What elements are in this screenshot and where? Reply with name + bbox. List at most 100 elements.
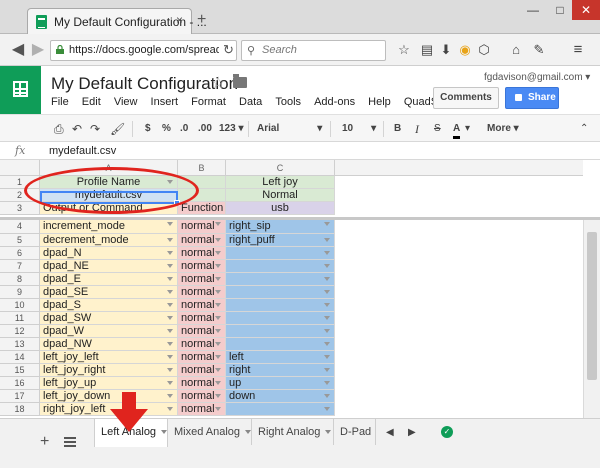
row-header[interactable]: 15 — [0, 364, 40, 377]
grid-cell[interactable]: normal — [178, 364, 226, 377]
folder-icon[interactable] — [233, 74, 247, 88]
grid-cell[interactable]: dpad_NE — [40, 260, 178, 273]
bookmarks-icon[interactable]: ▤ — [418, 42, 436, 58]
grid-cell[interactable]: dpad_E — [40, 273, 178, 286]
text-color-button[interactable]: A — [453, 122, 461, 139]
more-formats-button[interactable]: 123 ▾ — [219, 122, 244, 136]
font-select[interactable]: Arial ▾ — [257, 122, 322, 136]
currency-format-button[interactable]: $ — [145, 122, 151, 136]
dropdown-arrow-icon[interactable] — [167, 264, 173, 268]
redo-icon[interactable]: ↷ — [90, 122, 100, 136]
tab-close-icon[interactable]: × — [176, 13, 183, 27]
percent-format-button[interactable]: % — [162, 122, 171, 136]
grid-cell[interactable]: left_joy_up — [40, 377, 178, 390]
print-icon[interactable]: ⎙ — [54, 122, 64, 136]
grid-cell[interactable]: normal — [178, 390, 226, 403]
row-header[interactable]: 9 — [0, 286, 40, 299]
grid-cell[interactable] — [226, 260, 335, 273]
dropdown-arrow-icon[interactable] — [215, 303, 221, 307]
dropdown-arrow-icon[interactable] — [324, 394, 330, 398]
dropdown-arrow-icon[interactable] — [167, 381, 173, 385]
row-header[interactable]: 18 — [0, 403, 40, 416]
dropdown-arrow-icon[interactable] — [167, 342, 173, 346]
grid-cell[interactable]: up — [226, 377, 335, 390]
strikethrough-button[interactable]: S — [434, 122, 441, 136]
dropdown-arrow-icon[interactable] — [215, 394, 221, 398]
grid-cell[interactable]: Normal — [226, 189, 335, 202]
grid-cell[interactable]: left — [226, 351, 335, 364]
dropdown-arrow-icon[interactable] — [215, 381, 221, 385]
scroll-tabs-left-icon[interactable]: ◀ — [386, 427, 394, 438]
add-sheet-button[interactable]: + — [40, 433, 49, 451]
collapse-toolbar-icon[interactable]: ⌃ — [580, 122, 588, 136]
grid-cell[interactable]: normal — [178, 260, 226, 273]
grid-cell[interactable] — [226, 312, 335, 325]
undo-icon[interactable]: ↶ — [72, 122, 82, 136]
new-tab-button[interactable]: + — [197, 12, 206, 28]
menu-insert[interactable]: Insert — [151, 96, 179, 108]
chevron-down-icon[interactable] — [245, 430, 252, 435]
dropdown-arrow-icon[interactable] — [215, 342, 221, 346]
chevron-down-icon[interactable] — [325, 430, 332, 435]
grid-cell[interactable] — [226, 286, 335, 299]
row-header[interactable]: 4 — [0, 218, 40, 234]
download-icon[interactable]: ⬇ — [437, 42, 455, 58]
grid-cell[interactable]: normal — [178, 247, 226, 260]
grid-cell[interactable] — [226, 403, 335, 416]
forward-icon[interactable]: ▶ — [28, 41, 48, 59]
dropdown-arrow-icon[interactable] — [324, 290, 330, 294]
dropdown-arrow-icon[interactable] — [324, 251, 330, 255]
menu-icon[interactable]: ≡ — [569, 42, 587, 58]
dropdown-arrow-icon[interactable] — [324, 222, 330, 226]
grid-cell[interactable] — [226, 247, 335, 260]
dropdown-arrow-icon[interactable] — [167, 251, 173, 255]
sheet-tab-dpad[interactable]: D-Pad — [334, 419, 376, 445]
grid-cell[interactable]: right — [226, 364, 335, 377]
grid-cell[interactable]: right_puff — [226, 234, 335, 247]
grid-cell[interactable]: right_joy_left — [40, 403, 178, 416]
grid-cell[interactable]: dpad_SE — [40, 286, 178, 299]
bold-button[interactable]: B — [394, 122, 401, 136]
dropdown-arrow-icon[interactable] — [215, 277, 221, 281]
dropdown-arrow-icon[interactable] — [167, 368, 173, 372]
menu-tools[interactable]: Tools — [275, 96, 301, 108]
menu-help[interactable]: Help — [368, 96, 391, 108]
dropdown-arrow-icon[interactable] — [215, 407, 221, 411]
dropdown-arrow-icon[interactable] — [167, 394, 173, 398]
reload-icon[interactable]: ↻ — [223, 42, 234, 58]
dropdown-arrow-icon[interactable] — [215, 316, 221, 320]
grid-cell[interactable]: dpad_NW — [40, 338, 178, 351]
dropdown-arrow-icon[interactable] — [167, 329, 173, 333]
row-header[interactable]: 13 — [0, 338, 40, 351]
chevron-down-icon[interactable] — [161, 430, 168, 435]
extension-icon[interactable]: ◉ — [456, 42, 474, 58]
menu-addons[interactable]: Add-ons — [314, 96, 355, 108]
dropdown-arrow-icon[interactable] — [167, 222, 173, 226]
dropdown-arrow-icon[interactable] — [167, 407, 173, 411]
grid-cell[interactable]: down — [226, 390, 335, 403]
grid-cell[interactable]: left_joy_down — [40, 390, 178, 403]
row-header[interactable]: 16 — [0, 377, 40, 390]
dropdown-arrow-icon[interactable] — [324, 329, 330, 333]
dropdown-arrow-icon[interactable] — [215, 368, 221, 372]
dropdown-arrow-icon[interactable] — [324, 342, 330, 346]
all-sheets-icon[interactable] — [64, 437, 76, 447]
row-header[interactable]: 5 — [0, 234, 40, 247]
grid-cell[interactable]: normal — [178, 325, 226, 338]
bookmark-star-icon[interactable]: ☆ — [395, 42, 413, 58]
scroll-thumb[interactable] — [587, 232, 597, 380]
increase-decimals-button[interactable]: .00 — [198, 122, 212, 136]
row-header[interactable]: 8 — [0, 273, 40, 286]
pocket-icon[interactable]: ⬡ — [475, 42, 493, 58]
grid-cell[interactable]: normal — [178, 273, 226, 286]
grid-cell[interactable]: left_joy_left — [40, 351, 178, 364]
dropdown-arrow-icon[interactable] — [167, 290, 173, 294]
menu-file[interactable]: File — [51, 96, 69, 108]
grid-cell[interactable]: dpad_N — [40, 247, 178, 260]
scroll-tabs-right-icon[interactable]: ▶ — [408, 427, 416, 438]
row-header[interactable]: 11 — [0, 312, 40, 325]
grid-cell[interactable]: Function — [178, 202, 226, 215]
dropdown-arrow-icon[interactable] — [324, 277, 330, 281]
row-header[interactable]: 14 — [0, 351, 40, 364]
sheet-tab-mixed-analog[interactable]: Mixed Analog — [168, 419, 252, 445]
